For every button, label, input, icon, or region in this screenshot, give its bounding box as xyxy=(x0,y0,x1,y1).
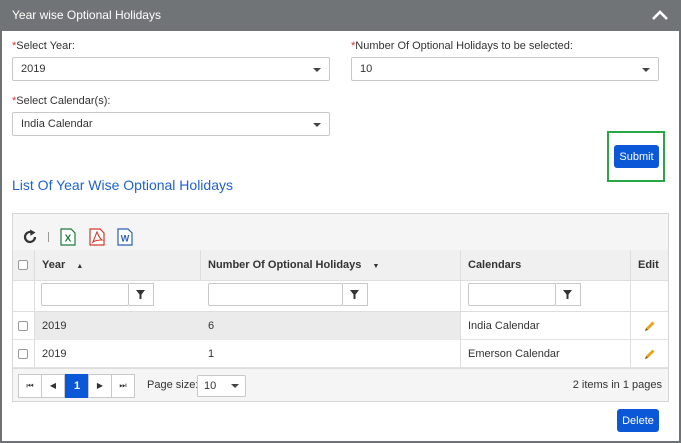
cell-year: 2019 xyxy=(42,348,67,360)
calendar-filter-input[interactable] xyxy=(468,283,556,306)
chevron-up-icon[interactable] xyxy=(651,9,669,21)
column-divider xyxy=(34,250,35,368)
calendar-filter-button[interactable] xyxy=(556,283,581,306)
panel-header: Year wise Optional Holidays xyxy=(0,0,681,31)
pdf-icon[interactable] xyxy=(89,228,105,246)
chevron-down-icon xyxy=(313,68,321,72)
column-divider xyxy=(460,250,461,368)
chevron-down-icon xyxy=(231,384,239,388)
pencil-icon[interactable] xyxy=(643,347,657,361)
filter-icon xyxy=(350,290,359,299)
cell-year: 2019 xyxy=(34,312,200,340)
optional-count-select[interactable]: 10 xyxy=(351,57,659,81)
prev-page-button[interactable]: ◀ xyxy=(41,374,65,398)
pager-info: 2 items in 1 pages xyxy=(572,379,662,391)
row-checkbox[interactable] xyxy=(18,321,28,331)
next-page-button[interactable]: ▶ xyxy=(88,374,112,398)
select-all-checkbox[interactable] xyxy=(18,260,28,270)
year-filter-button[interactable] xyxy=(129,283,154,306)
word-icon[interactable]: W xyxy=(117,228,133,246)
grid-pager: ⏮ ◀ 1 ▶ ⏭ Page size: 10 2 items in 1 pag… xyxy=(13,368,668,401)
first-page-button[interactable]: ⏮ xyxy=(18,374,42,398)
page-size-select[interactable]: 10 xyxy=(197,375,246,397)
calendar-select[interactable]: India Calendar xyxy=(12,112,330,136)
sort-ascending-icon: ▲ xyxy=(76,263,84,270)
column-header-calendars[interactable]: Calendars xyxy=(460,250,630,281)
cell-calendar: India Calendar xyxy=(468,320,540,332)
table-row[interactable]: 2019 6 India Calendar xyxy=(13,312,668,340)
filter-icon xyxy=(136,290,145,299)
row-checkbox[interactable] xyxy=(18,349,28,359)
table-row[interactable]: 2019 1 Emerson Calendar xyxy=(13,340,668,368)
word-letter: W xyxy=(121,234,130,244)
cell-calendar: Emerson Calendar xyxy=(468,348,560,360)
excel-letter: X xyxy=(65,234,72,245)
optional-count-label: *Number Of Optional Holidays to be selec… xyxy=(351,40,573,52)
chevron-down-icon xyxy=(313,123,321,127)
select-calendar-label: *Select Calendar(s): xyxy=(12,95,111,107)
page-1-button[interactable]: 1 xyxy=(65,374,89,398)
column-divider xyxy=(200,250,201,281)
grid-header-row: Year ▲ Number Of Optional Holidays ▼ Cal… xyxy=(13,250,668,281)
column-header-count[interactable]: Number Of Optional Holidays ▼ xyxy=(200,250,460,281)
submit-button[interactable]: Submit xyxy=(614,145,659,168)
column-divider xyxy=(630,250,631,368)
year-select[interactable]: 2019 xyxy=(12,57,330,81)
cell-count: 1 xyxy=(208,348,215,360)
pencil-icon[interactable] xyxy=(643,319,657,333)
year-select-value: 2019 xyxy=(21,63,46,75)
excel-icon[interactable]: X xyxy=(60,228,76,246)
list-title: List Of Year Wise Optional Holidays xyxy=(12,177,233,193)
filter-icon xyxy=(563,290,572,299)
cell-count: 6 xyxy=(200,312,460,340)
page-size-label: Page size: xyxy=(147,379,199,391)
select-year-label: *Select Year: xyxy=(12,40,75,52)
year-filter-input[interactable] xyxy=(41,283,129,306)
filter-row xyxy=(13,281,668,312)
count-filter-input[interactable] xyxy=(208,283,343,306)
calendar-select-value: India Calendar xyxy=(21,118,93,130)
grid-toolbar: X W xyxy=(13,214,668,250)
column-header-year[interactable]: Year ▲ xyxy=(34,250,200,281)
column-header-edit: Edit xyxy=(638,259,659,271)
toolbar-separator xyxy=(48,232,49,242)
last-page-button[interactable]: ⏭ xyxy=(111,374,135,398)
delete-button[interactable]: Delete xyxy=(617,409,659,432)
sort-descending-icon: ▼ xyxy=(372,263,380,270)
chevron-down-icon xyxy=(642,68,650,72)
holidays-grid: X W Year ▲ Number Of Optional Holidays ▼… xyxy=(12,213,669,402)
optional-count-value: 10 xyxy=(360,63,373,75)
count-filter-button[interactable] xyxy=(343,283,368,306)
panel-title: Year wise Optional Holidays xyxy=(12,8,161,22)
refresh-icon[interactable] xyxy=(22,229,38,245)
